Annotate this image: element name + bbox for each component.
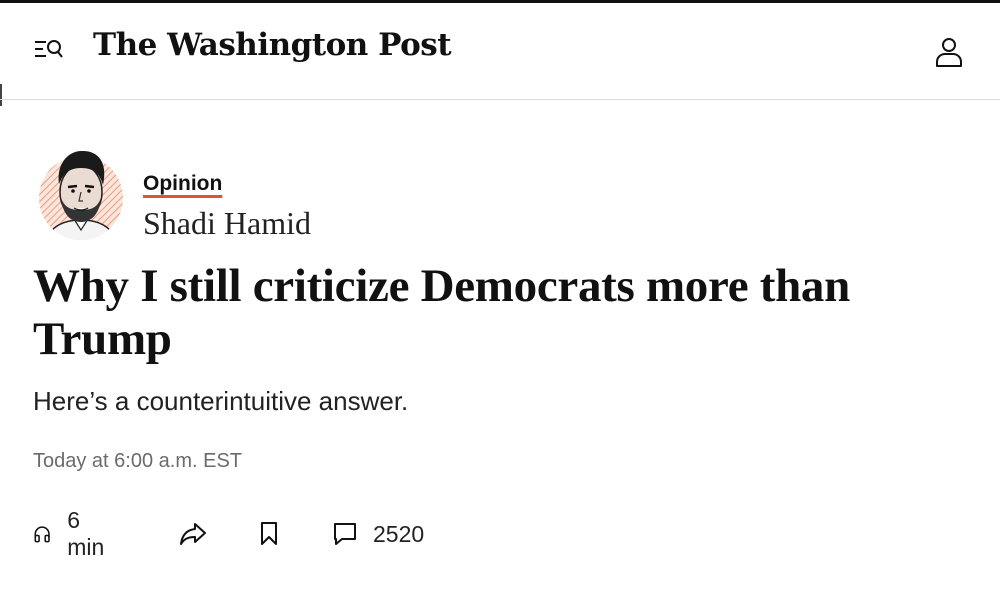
menu-search-button[interactable] [33, 36, 65, 64]
comment-icon [334, 523, 356, 545]
author-avatar[interactable] [36, 148, 126, 242]
comments-count: 2520 [373, 520, 425, 547]
save-button[interactable] [259, 516, 279, 552]
listen-button[interactable]: 6 min [33, 507, 110, 560]
account-button[interactable] [932, 35, 966, 69]
share-icon [180, 523, 206, 545]
author-byline[interactable]: Shadi Hamid [143, 205, 311, 242]
site-logo[interactable]: The Washington Post [93, 27, 452, 63]
headline: Why I still criticize Democrats more tha… [33, 260, 850, 365]
section-link-opinion[interactable]: Opinion [143, 172, 222, 196]
subheadline: Here’s a counterintuitive answer. [33, 386, 409, 416]
publish-timestamp: Today at 6:00 a.m. EST [33, 450, 242, 472]
user-icon [936, 38, 962, 67]
menu-search-icon [35, 40, 63, 58]
site-header: The Washington Post [0, 3, 1000, 100]
bookmark-icon [261, 522, 277, 545]
share-button[interactable] [179, 516, 207, 552]
comments-button[interactable]: 2520 [333, 516, 424, 552]
headphones-icon [34, 526, 50, 543]
listen-duration: 6 min [67, 507, 105, 560]
